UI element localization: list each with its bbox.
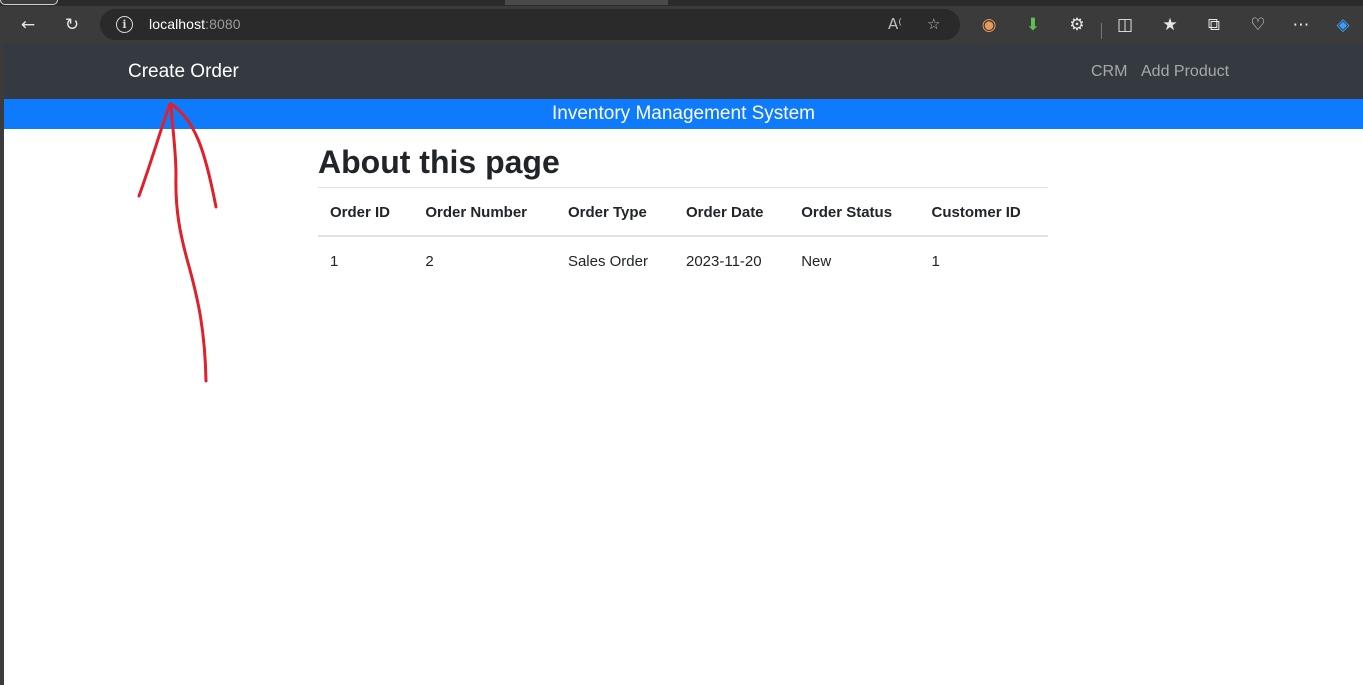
cell-order-type: Sales Order <box>567 252 648 270</box>
more-options-icon[interactable]: ⋯ <box>1285 10 1317 40</box>
brand-create-order-link[interactable]: Create Order <box>128 61 239 83</box>
favorites-icon[interactable]: ★ <box>1154 10 1186 40</box>
download-extension-icon[interactable]: ⬇ <box>1017 10 1049 40</box>
page-heading: About this page <box>318 144 560 180</box>
column-header-order-status: Order Status <box>789 186 920 237</box>
browser-toolbar: ← ↻ i localhost:8080 A⁽ ☆ ◉ ⬇ ⚙ ◫ ★ ⧉ ♡ … <box>0 6 1363 44</box>
toolbar-divider <box>1101 23 1102 39</box>
cell-order-date: 2023-11-20 <box>686 252 762 270</box>
page-viewport: Create Order CRM Add Product Inventory M… <box>4 44 1363 685</box>
orders-table: Order ID Order Number Order Type Order D… <box>318 186 1048 284</box>
browser-essentials-icon[interactable]: ♡ <box>1242 10 1274 40</box>
cell-order-id: 1 <box>330 252 339 270</box>
column-header-order-id: Order ID <box>318 186 414 237</box>
extensions-icon[interactable]: ⚙ <box>1061 10 1093 40</box>
back-icon[interactable]: ← <box>12 10 44 40</box>
collections-icon[interactable]: ⧉ <box>1198 10 1230 40</box>
cell-order-number: 2 <box>425 252 434 270</box>
extension-avatar-icon[interactable]: ◉ <box>973 10 1005 40</box>
refresh-icon[interactable]: ↻ <box>56 10 88 40</box>
nav-link-add-product[interactable]: Add Product <box>1141 63 1229 81</box>
cell-order-status: New <box>801 252 832 270</box>
browser-tab-active[interactable] <box>505 0 668 5</box>
main-content: About this page Order ID Order Number Or… <box>318 144 1048 284</box>
address-bar[interactable]: i localhost:8080 A⁽ ☆ <box>100 9 960 40</box>
read-aloud-icon[interactable]: A⁽ <box>888 15 902 33</box>
table-row: 1 2 Sales Order 2023-11-20 New 1 <box>318 236 1048 284</box>
table-header-row: Order ID Order Number Order Type Order D… <box>318 186 1048 237</box>
top-navbar: Create Order CRM Add Product <box>4 44 1363 99</box>
column-header-order-date: Order Date <box>674 186 790 237</box>
system-title: Inventory Management System <box>552 103 815 124</box>
column-header-order-number: Order Number <box>413 186 556 237</box>
copilot-icon[interactable]: ◈ <box>1327 10 1359 40</box>
column-header-customer-id: Customer ID <box>919 186 1048 237</box>
favorite-star-icon[interactable]: ☆ <box>927 15 940 33</box>
url-text: localhost:8080 <box>149 16 241 32</box>
browser-tab[interactable] <box>0 0 58 5</box>
column-header-order-type: Order Type <box>555 186 674 237</box>
nav-link-crm[interactable]: CRM <box>1091 63 1127 81</box>
system-title-bar: Inventory Management System <box>4 99 1363 129</box>
cell-customer-id: 1 <box>931 252 940 270</box>
site-info-icon[interactable]: i <box>116 16 133 33</box>
split-screen-icon[interactable]: ◫ <box>1109 10 1141 40</box>
